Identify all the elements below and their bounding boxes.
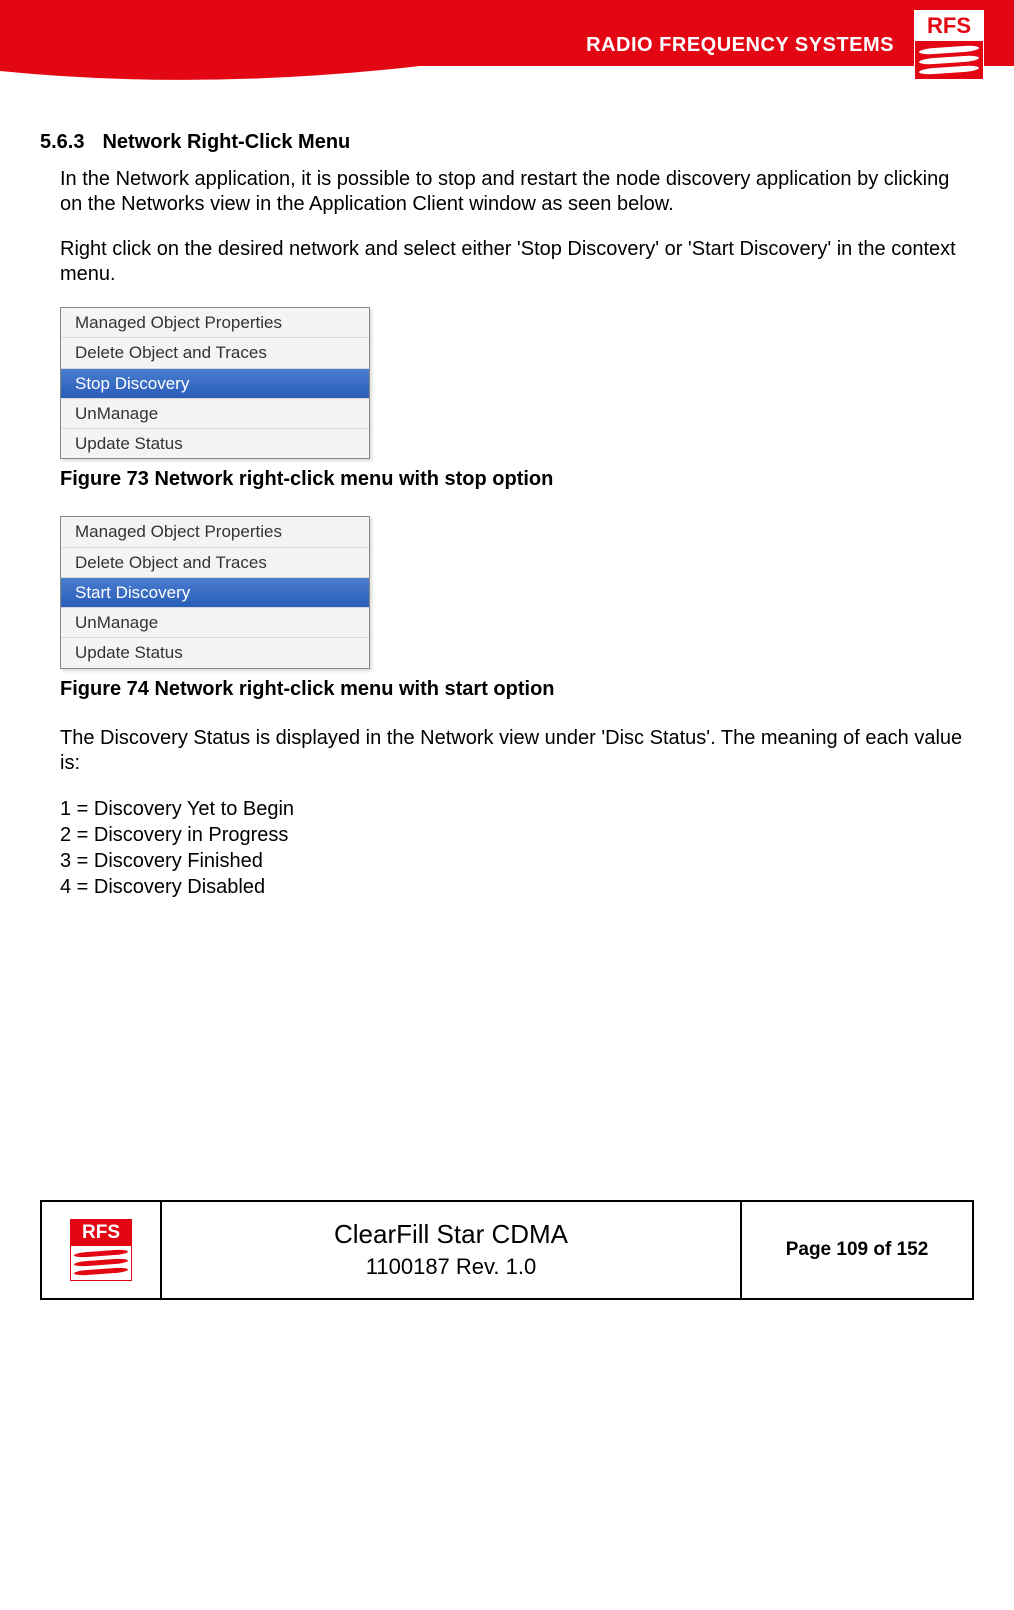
- brand-text: RADIO FREQUENCY SYSTEMS: [586, 34, 894, 57]
- figure-73: Managed Object Properties Delete Object …: [60, 307, 964, 459]
- context-menu-stop: Managed Object Properties Delete Object …: [60, 307, 370, 459]
- paragraph-2: Right click on the desired network and s…: [60, 237, 964, 287]
- status-value-1: 1 = Discovery Yet to Begin: [60, 796, 964, 822]
- rfs-footer-logo-text: RFS: [71, 1220, 131, 1246]
- footer-logo-cell: RFS: [42, 1202, 162, 1298]
- footer-title-cell: ClearFill Star CDMA 1100187 Rev. 1.0: [162, 1202, 742, 1298]
- section-number: 5.6.3: [40, 130, 84, 155]
- rfs-footer-logo: RFS: [70, 1219, 132, 1281]
- menu-item-delete-object-and-traces[interactable]: Delete Object and Traces: [61, 338, 369, 368]
- rfs-logo: RFS: [914, 10, 984, 80]
- rfs-logo-text: RFS: [914, 10, 984, 40]
- menu-item-stop-discovery[interactable]: Stop Discovery: [61, 369, 369, 399]
- footer-subtitle: 1100187 Rev. 1.0: [366, 1254, 536, 1280]
- page-footer: RFS ClearFill Star CDMA 1100187 Rev. 1.0…: [40, 1200, 974, 1300]
- menu-item-delete-object-and-traces[interactable]: Delete Object and Traces: [61, 548, 369, 578]
- page-header: RADIO FREQUENCY SYSTEMS RFS: [0, 0, 1014, 90]
- rfs-logo-waves-icon: [914, 40, 984, 80]
- footer-page-cell: Page 109 of 152: [742, 1202, 972, 1298]
- rfs-footer-logo-waves-icon: [71, 1246, 131, 1280]
- figure-73-caption: Figure 73 Network right-click menu with …: [60, 467, 964, 492]
- status-intro: The Discovery Status is displayed in the…: [60, 726, 964, 776]
- page-number: Page 109 of 152: [786, 1239, 929, 1261]
- paragraph-1: In the Network application, it is possib…: [60, 167, 964, 217]
- section-title: Network Right-Click Menu: [102, 131, 350, 153]
- menu-item-update-status[interactable]: Update Status: [61, 638, 369, 667]
- status-value-2: 2 = Discovery in Progress: [60, 822, 964, 848]
- menu-item-managed-object-properties[interactable]: Managed Object Properties: [61, 308, 369, 338]
- status-value-4: 4 = Discovery Disabled: [60, 874, 964, 900]
- menu-item-unmanage[interactable]: UnManage: [61, 608, 369, 638]
- menu-item-start-discovery[interactable]: Start Discovery: [61, 578, 369, 608]
- figure-74: Managed Object Properties Delete Object …: [60, 516, 964, 668]
- status-value-3: 3 = Discovery Finished: [60, 848, 964, 874]
- page-content: 5.6.3 Network Right-Click Menu In the Net…: [0, 90, 1014, 920]
- figure-74-caption: Figure 74 Network right-click menu with …: [60, 677, 964, 702]
- footer-title: ClearFill Star CDMA: [334, 1219, 568, 1250]
- context-menu-start: Managed Object Properties Delete Object …: [60, 516, 370, 668]
- menu-item-update-status[interactable]: Update Status: [61, 429, 369, 458]
- menu-item-managed-object-properties[interactable]: Managed Object Properties: [61, 517, 369, 547]
- status-values-list: 1 = Discovery Yet to Begin 2 = Discovery…: [60, 796, 964, 900]
- section-heading: 5.6.3 Network Right-Click Menu: [40, 130, 964, 155]
- menu-item-unmanage[interactable]: UnManage: [61, 399, 369, 429]
